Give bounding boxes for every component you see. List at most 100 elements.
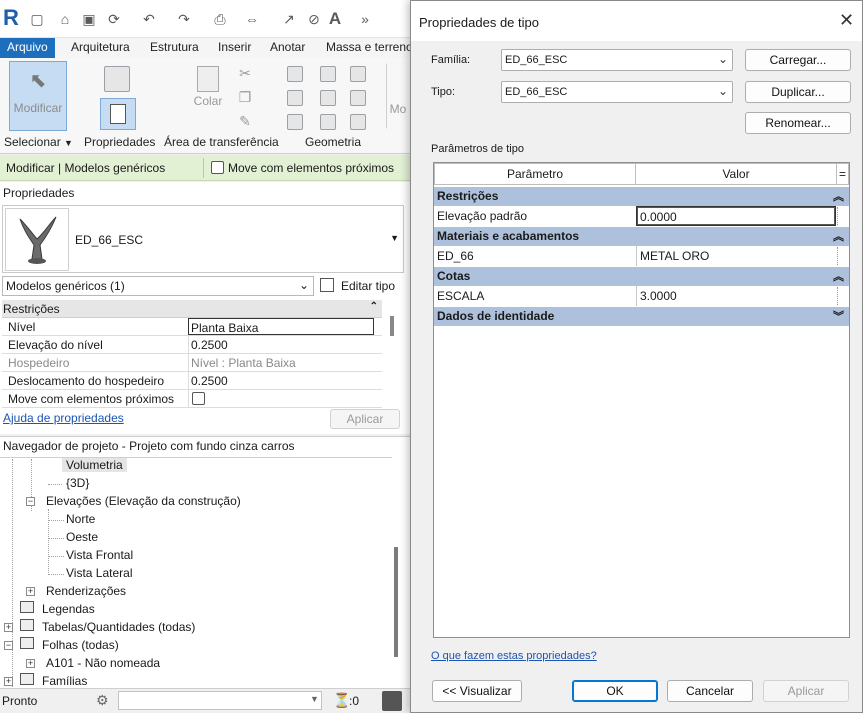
category-restricoes[interactable]: Restrições ⌃ <box>2 300 382 318</box>
cut-icon[interactable]: ✂ <box>236 64 254 82</box>
sync-icon[interactable]: ⟳ <box>105 10 123 28</box>
split-icon[interactable] <box>350 114 366 130</box>
filter-icon[interactable]: ⏳ <box>333 692 350 709</box>
apply-button[interactable]: Aplicar <box>330 409 400 429</box>
carregar-button[interactable]: Carregar... <box>745 49 851 71</box>
formula-cell[interactable] <box>837 207 847 225</box>
property-value[interactable]: 0.2500 <box>188 372 374 389</box>
formula-cell[interactable] <box>837 287 847 305</box>
renomear-button[interactable]: Renomear... <box>745 112 851 134</box>
tab-arquitetura[interactable]: Arquitetura <box>64 38 137 58</box>
tab-estrutura[interactable]: Estrutura <box>143 38 206 58</box>
property-row-move[interactable]: Move com elementos próximos <box>2 390 382 408</box>
property-row-nivel[interactable]: Nível Planta Baixa <box>2 318 382 336</box>
param-row-escala[interactable]: ESCALA 3.0000 <box>434 286 849 306</box>
dimension-icon[interactable]: ↗ <box>280 10 298 28</box>
property-row-deslocamento[interactable]: Deslocamento do hospedeiro 0.2500 <box>2 372 382 390</box>
tree-item-a101[interactable]: A101 - Não nomeada <box>46 656 160 670</box>
tab-inserir[interactable]: Inserir <box>211 38 258 58</box>
modify-panel-partial[interactable]: Mo <box>386 63 410 129</box>
column-parametro[interactable]: Parâmetro <box>434 163 636 185</box>
modify-button[interactable]: ⬉ Modificar <box>9 61 67 131</box>
property-value[interactable] <box>188 390 374 407</box>
paste-button[interactable]: Colar <box>190 63 226 123</box>
tree-item-vista-lateral[interactable]: Vista Lateral <box>66 566 133 580</box>
tag-icon[interactable]: ⊘ <box>305 10 323 28</box>
group-restricoes[interactable]: Restrições ︽ <box>434 187 849 206</box>
overflow-icon[interactable]: » <box>356 10 374 28</box>
aplicar-button[interactable]: Aplicar <box>763 680 849 702</box>
folder-icon[interactable]: ⌂ <box>56 10 74 28</box>
worksets-icon[interactable]: ⚙ <box>96 692 109 709</box>
tree-item-3d[interactable]: {3D} <box>66 476 89 490</box>
properties-button[interactable] <box>100 98 136 130</box>
ok-button[interactable]: OK <box>572 680 658 702</box>
group-identidade[interactable]: Dados de identidade ︾ <box>434 307 849 326</box>
param-row-ed66[interactable]: ED_66 METAL ORO <box>434 246 849 266</box>
close-icon[interactable]: ✕ <box>839 10 854 31</box>
text-icon[interactable]: A <box>326 10 344 28</box>
move-checkbox[interactable] <box>192 392 205 405</box>
type-properties-icon[interactable] <box>104 66 130 92</box>
tree-item-tabelas[interactable]: Tabelas/Quantidades (todas) <box>42 620 195 634</box>
move-with-nearby-checkbox[interactable] <box>211 161 224 174</box>
property-row-elevacao[interactable]: Elevação do nível 0.2500 <box>2 336 382 354</box>
design-options-field[interactable] <box>118 691 322 710</box>
group-materiais[interactable]: Materiais e acabamentos ︽ <box>434 227 849 246</box>
split-face-icon[interactable] <box>287 90 303 106</box>
demolish-icon[interactable] <box>350 90 366 106</box>
collapse-box[interactable]: − <box>4 641 13 650</box>
tab-anotar[interactable]: Anotar <box>263 38 312 58</box>
cut-geometry-icon[interactable] <box>320 66 336 82</box>
measure-icon[interactable]: ⇔ <box>243 10 261 28</box>
expand-box[interactable]: + <box>26 659 35 668</box>
tree-item-oeste[interactable]: Oeste <box>66 530 98 544</box>
duplicar-button[interactable]: Duplicar... <box>745 81 851 103</box>
formula-cell[interactable] <box>837 247 847 265</box>
remove-paint-icon[interactable] <box>320 114 336 130</box>
param-row-elevacao[interactable]: Elevação padrão 0.0000 <box>434 206 849 226</box>
visualizar-button[interactable]: << Visualizar <box>432 680 522 702</box>
param-value[interactable]: METAL ORO <box>636 246 836 266</box>
tab-arquivo[interactable]: Arquivo <box>0 38 55 58</box>
familia-select[interactable]: ED_66_ESC ⌄ <box>501 49 733 71</box>
dialog-help-link[interactable]: O que fazem estas propriedades? <box>431 650 597 662</box>
tree-item-norte[interactable]: Norte <box>66 512 95 526</box>
type-selector[interactable]: ED_66_ESC ▼ <box>2 205 404 273</box>
undo-icon[interactable]: ↶ <box>140 10 158 28</box>
edit-type-icon[interactable] <box>320 278 334 292</box>
tree-item-elevacoes[interactable]: Elevações (Elevação da construção) <box>46 494 241 508</box>
cope-icon[interactable] <box>287 66 303 82</box>
param-value[interactable]: 0.0000 <box>636 206 836 226</box>
panel-selecionar[interactable]: Selecionar ▼ <box>4 135 73 149</box>
category-filter[interactable]: Modelos genéricos (1) ⌄ <box>2 276 314 296</box>
tipo-select[interactable]: ED_66_ESC ⌄ <box>501 81 733 103</box>
properties-help-link[interactable]: Ajuda de propriedades <box>3 411 124 425</box>
cancelar-button[interactable]: Cancelar <box>667 680 753 702</box>
property-value[interactable]: 0.2500 <box>188 336 374 353</box>
match-icon[interactable]: ✎ <box>236 112 254 130</box>
browser-scrollbar-thumb[interactable] <box>394 547 398 657</box>
property-value[interactable]: Planta Baixa <box>188 318 374 335</box>
group-cotas[interactable]: Cotas ︽ <box>434 267 849 286</box>
type-dropdown-icon[interactable]: ▼ <box>390 233 399 243</box>
tree-item-renderizacoes[interactable]: Renderizações <box>46 584 126 598</box>
collapse-box[interactable]: − <box>26 497 35 506</box>
expand-box[interactable]: + <box>4 677 13 686</box>
column-valor[interactable]: Valor <box>635 163 837 185</box>
tree-item-folhas[interactable]: Folhas (todas) <box>42 638 119 652</box>
expand-box[interactable]: + <box>26 587 35 596</box>
column-formula[interactable]: = <box>836 163 849 185</box>
copy-icon[interactable]: ❐ <box>236 88 254 106</box>
open-icon[interactable]: ▢ <box>28 10 46 28</box>
param-value[interactable]: 3.0000 <box>636 286 836 306</box>
tree-item-familias[interactable]: Famílias <box>42 674 87 688</box>
tree-item-volumetria[interactable]: Volumetria <box>62 458 127 472</box>
tree-item-vista-frontal[interactable]: Vista Frontal <box>66 548 133 562</box>
filter-toggle-icon[interactable] <box>382 691 402 711</box>
wall-joins-icon[interactable] <box>287 114 303 130</box>
tree-item-legendas[interactable]: Legendas <box>42 602 95 616</box>
redo-icon[interactable]: ↷ <box>175 10 193 28</box>
expand-box[interactable]: + <box>4 623 13 632</box>
join-icon[interactable] <box>350 66 366 82</box>
